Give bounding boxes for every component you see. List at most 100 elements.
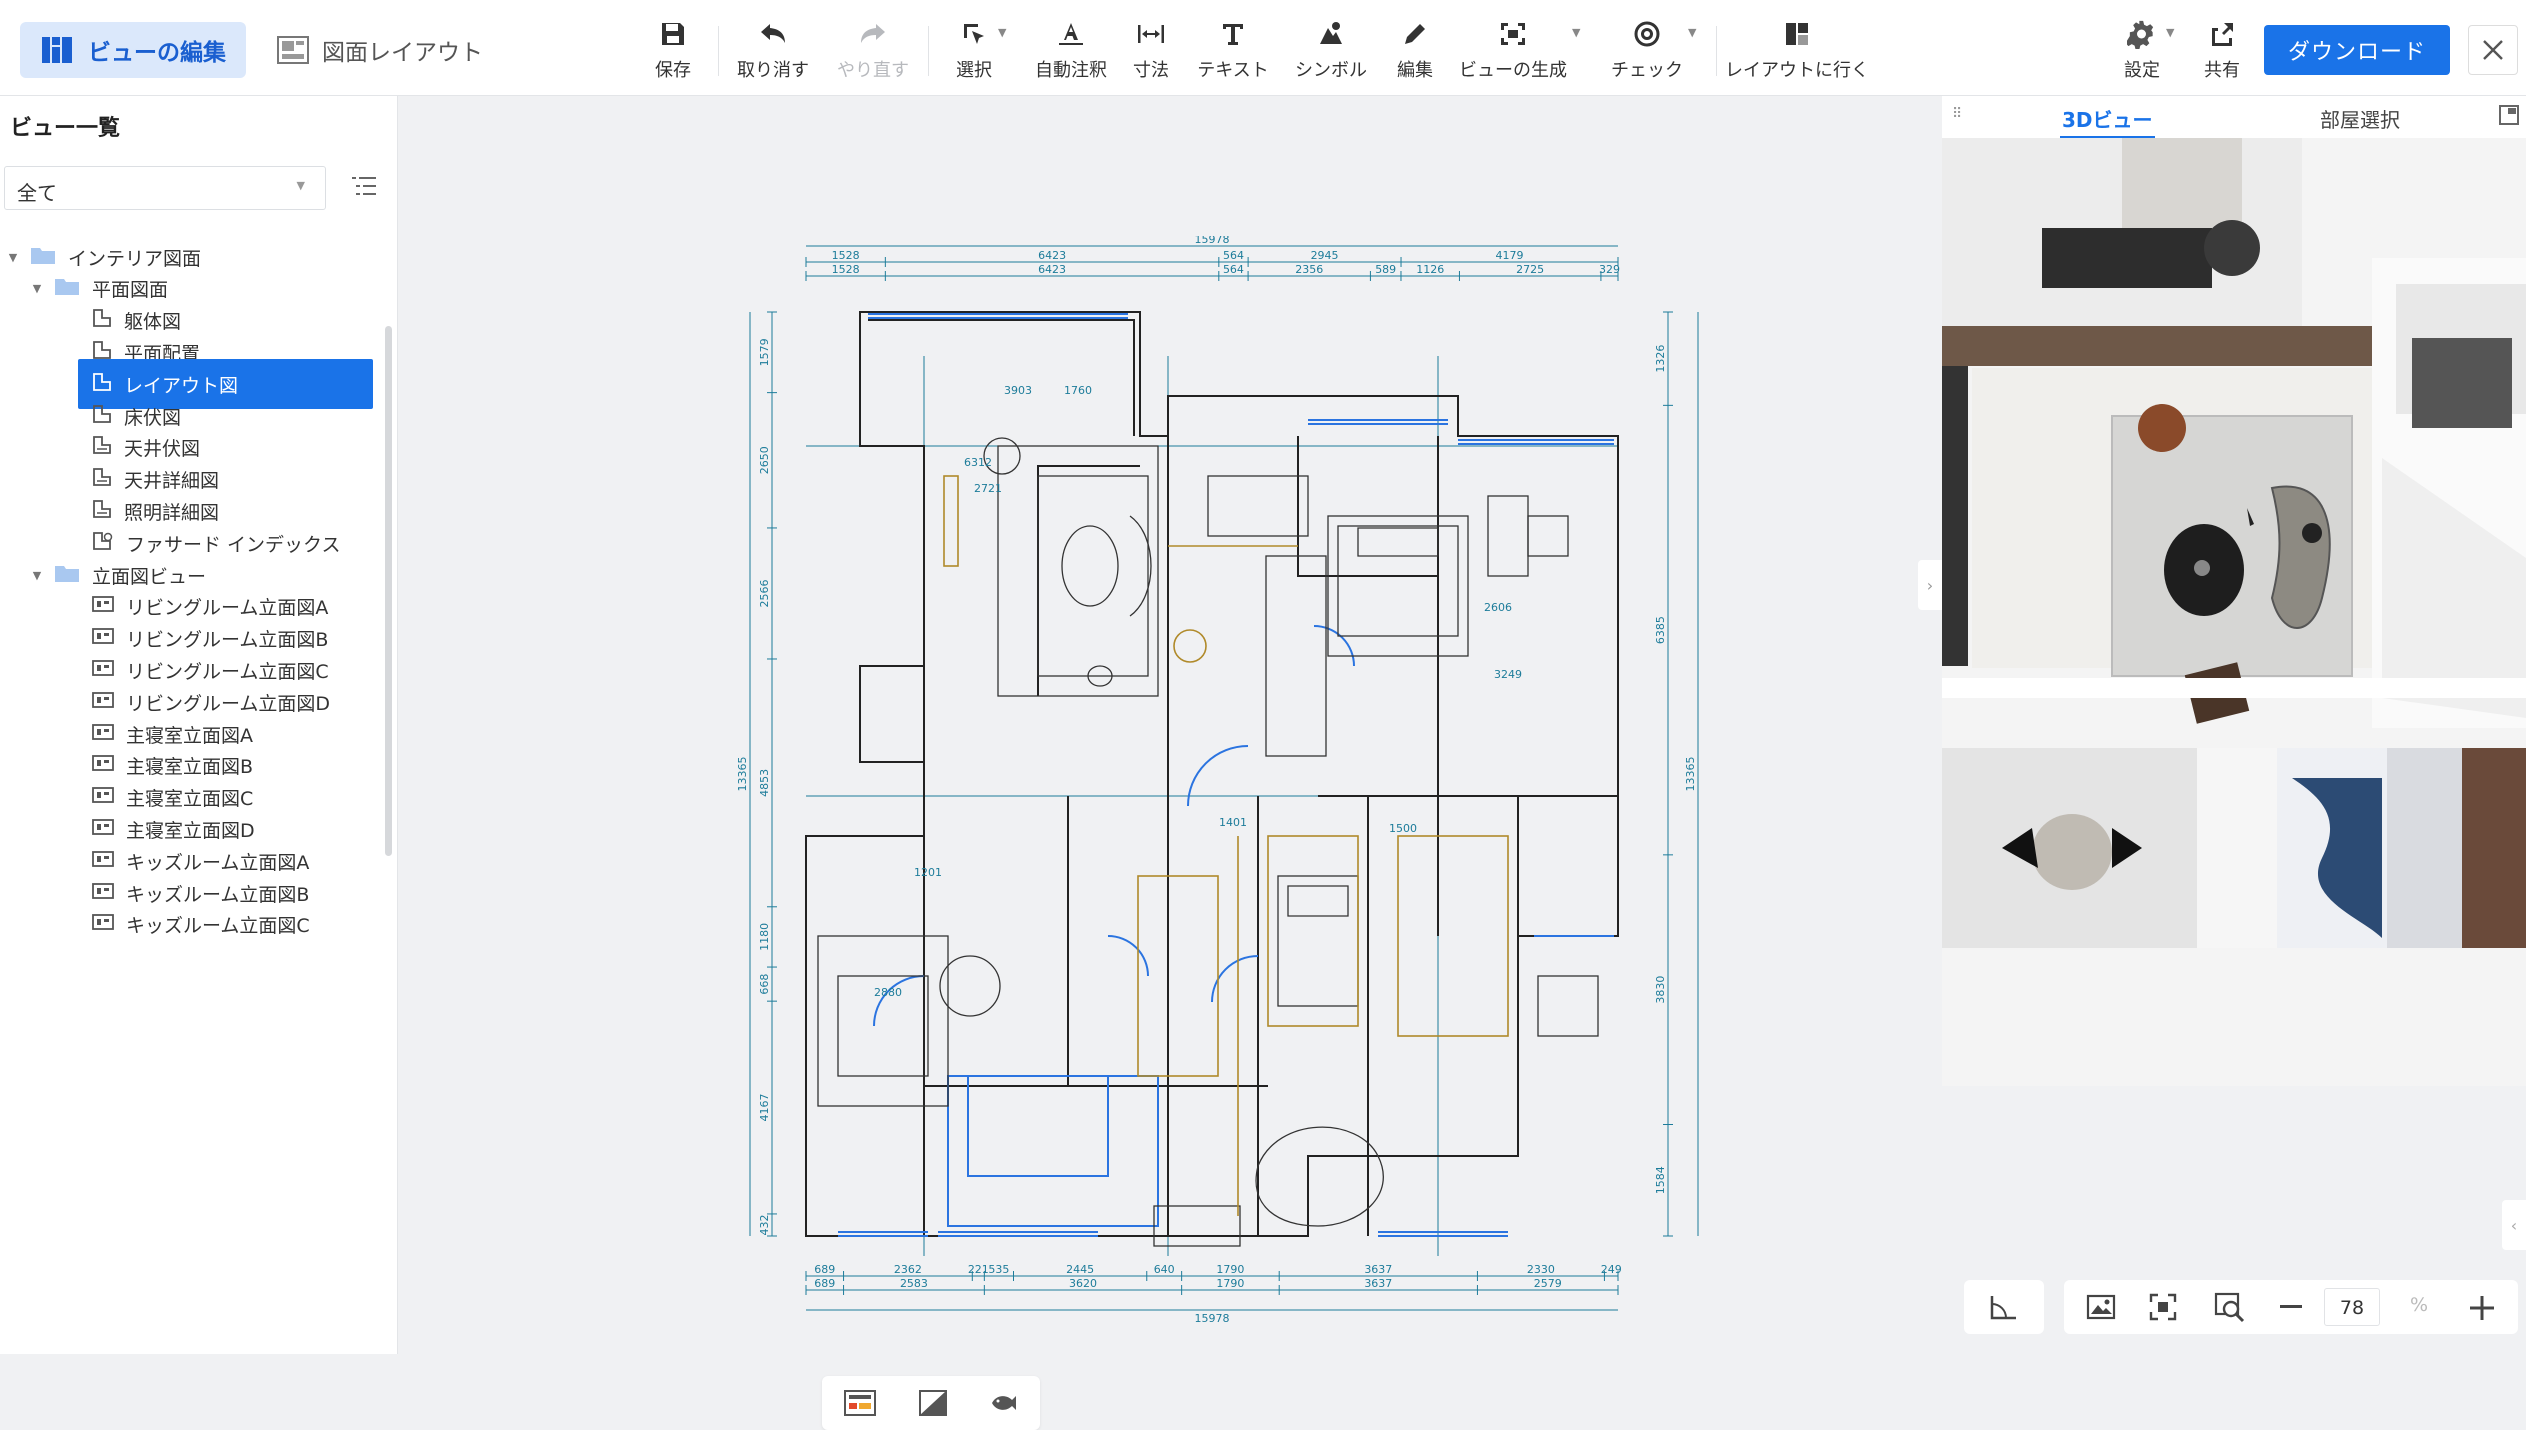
view-filter-select[interactable]: 全て ▼ — [4, 166, 326, 210]
floor-plan-drawing[interactable]: 15978 1528 6423 564 2945 4179 1528 6423 564 2356 5… — [738, 236, 1858, 1346]
popout-icon[interactable] — [2498, 104, 2520, 126]
undo-button[interactable]: 取り消す — [736, 18, 810, 82]
dimension-label: 689 — [814, 1277, 835, 1290]
dimension-label: 2725 — [1516, 263, 1544, 276]
contrast-icon[interactable] — [918, 1389, 948, 1417]
color-legend-icon[interactable] — [843, 1389, 877, 1417]
fish-icon[interactable] — [989, 1390, 1019, 1416]
edit-button[interactable]: 編集 — [1396, 18, 1434, 82]
dimension-label: 4853 — [758, 769, 771, 797]
save-button[interactable]: 保存 — [650, 18, 696, 82]
dimension-label: 564 — [1223, 263, 1244, 276]
dimension-label: 2362 — [894, 1263, 922, 1276]
zoom-in-icon[interactable] — [2470, 1296, 2494, 1320]
dimension-label: 589 — [1375, 263, 1396, 276]
generate-view-dropdown-caret[interactable]: ▼ — [1572, 26, 1580, 39]
list-settings-icon[interactable] — [350, 174, 378, 198]
expand-arrow-icon[interactable]: ▼ — [30, 569, 44, 582]
check-dropdown-caret[interactable]: ▼ — [1688, 26, 1696, 39]
goto-layout-icon — [1780, 18, 1814, 50]
dimension-label: 3249 — [1494, 668, 1522, 681]
settings-button[interactable]: 設定 — [2122, 18, 2162, 82]
expand-arrow-icon[interactable]: ▼ — [6, 251, 20, 264]
dimension-label: 4167 — [758, 1094, 771, 1122]
angle-icon — [1990, 1296, 2016, 1320]
dimension-label: 432 — [758, 1214, 771, 1235]
dimension-label: 2330 — [1527, 1263, 1555, 1276]
tab-drawing-layout-label: 図面レイアウト — [322, 40, 483, 66]
tree-view-item[interactable]: キッズルーム立面図C — [0, 902, 390, 948]
dimension-label: 329 — [1599, 263, 1620, 276]
select-button[interactable]: 選択 — [952, 18, 996, 82]
zoom-area-icon[interactable] — [2214, 1292, 2246, 1324]
generate-view-button[interactable]: ビューの生成 — [1459, 18, 1567, 82]
share-button[interactable]: 共有 — [2202, 18, 2242, 82]
toolbar-divider — [928, 26, 929, 76]
view-list-sidebar: ビュー一覧 全て ▼ ▼ インテリア図面 ▼ 平面図面 躯体図 平面配置 レイアウト図 床伏図… — [0, 96, 398, 1354]
tab-room-select[interactable]: 部屋選択 — [2320, 104, 2400, 133]
dimension-label: 1401 — [1219, 816, 1247, 829]
toolbar-divider — [1716, 26, 1717, 76]
text-icon — [1216, 18, 1250, 50]
dimension-label: 2579 — [1534, 1277, 1562, 1290]
dimension-lines: 15978 1528 6423 564 2945 4179 1528 6423 564 2356 5… — [738, 236, 1699, 1325]
image-icon[interactable] — [2086, 1294, 2116, 1320]
close-icon — [2483, 40, 2503, 60]
dimension-label: 2356 — [1295, 263, 1323, 276]
sidebar-scrollbar[interactable] — [385, 326, 392, 856]
settings-dropdown-caret[interactable]: ▼ — [2166, 26, 2174, 39]
toolbar-divider — [718, 26, 719, 76]
drag-handle-icon[interactable]: ⠿ — [1952, 106, 1962, 122]
download-button[interactable]: ダウンロード — [2264, 25, 2450, 75]
view-filter-value: 全て — [17, 181, 57, 205]
close-button[interactable] — [2468, 25, 2518, 75]
select-cursor-icon — [957, 18, 991, 50]
symbol-button[interactable]: シンボル — [1295, 18, 1367, 82]
collapse-panel-tab[interactable]: ‹ — [2502, 1200, 2526, 1250]
drawing-canvas[interactable]: 15978 1528 6423 564 2945 4179 1528 6423 564 2356 5… — [398, 96, 1942, 1430]
layout-icon — [277, 36, 309, 64]
dimension-label: 15978 — [1195, 1312, 1230, 1325]
dimension-label: 640 — [1154, 1263, 1175, 1276]
select-dropdown-caret[interactable]: ▼ — [998, 26, 1006, 39]
undo-icon — [756, 18, 790, 50]
dimension-label: 6312 — [964, 456, 992, 469]
chevron-left-icon: ‹ — [2510, 1215, 2518, 1235]
dimension-label: 6423 — [1038, 263, 1066, 276]
3d-view-render[interactable] — [1942, 138, 2526, 1086]
auto-annotate-icon — [1054, 18, 1088, 50]
dimension-label: 535 — [988, 1263, 1009, 1276]
gear-icon — [2125, 18, 2159, 50]
right-panel-tabs: ⠿ 3Dビュー 部屋選択 — [1942, 96, 2526, 139]
goto-layout-button[interactable]: レイアウトに行く — [1725, 18, 1869, 82]
view-controls-bar: 78 % — [2064, 1280, 2518, 1334]
dimension-label: 15978 — [1195, 236, 1230, 246]
app-logo-icon — [42, 37, 72, 63]
text-button[interactable]: テキスト — [1197, 18, 1269, 82]
redo-button[interactable]: やり直す — [836, 18, 910, 82]
dimension-label: 1790 — [1216, 1263, 1244, 1276]
zoom-input[interactable]: 78 — [2324, 1288, 2380, 1326]
dimension-label: 2583 — [900, 1277, 928, 1290]
dimension-button[interactable]: 寸法 — [1132, 18, 1170, 82]
tab-drawing-layout[interactable]: 図面レイアウト — [256, 22, 503, 78]
tab-edit-view[interactable]: ビューの編集 — [20, 22, 246, 78]
measure-angle-button[interactable] — [1964, 1280, 2044, 1334]
dimension-label: 1584 — [1654, 1166, 1667, 1194]
generate-view-icon — [1496, 18, 1530, 50]
check-button[interactable]: チェック — [1610, 18, 1684, 82]
dimension-label: 13365 — [1684, 757, 1697, 792]
fit-view-icon[interactable] — [2148, 1292, 2178, 1322]
tab-3d-view[interactable]: 3Dビュー — [2060, 104, 2155, 139]
expand-arrow-icon[interactable]: ▼ — [30, 282, 44, 295]
furniture — [817, 437, 1599, 1247]
room-dimension-labels: 3903 1760 2721 6312 1401 1500 3249 2606 1201 2880 — [874, 384, 1522, 999]
pencil-icon — [1398, 18, 1432, 50]
top-toolbar: ビューの編集 図面レイアウト 保存 取り消す やり直す 選択 ▼ 自動注釈 寸法… — [0, 0, 2526, 96]
zoom-out-icon[interactable] — [2280, 1304, 2302, 1310]
dimension-label: 1790 — [1216, 1277, 1244, 1290]
dimension-label: 6423 — [1038, 249, 1066, 262]
auto-annotate-button[interactable]: 自動注釈 — [1034, 18, 1108, 82]
collapse-right-panel-button[interactable]: › — [1918, 560, 1942, 610]
elev-view-icon — [92, 913, 114, 936]
